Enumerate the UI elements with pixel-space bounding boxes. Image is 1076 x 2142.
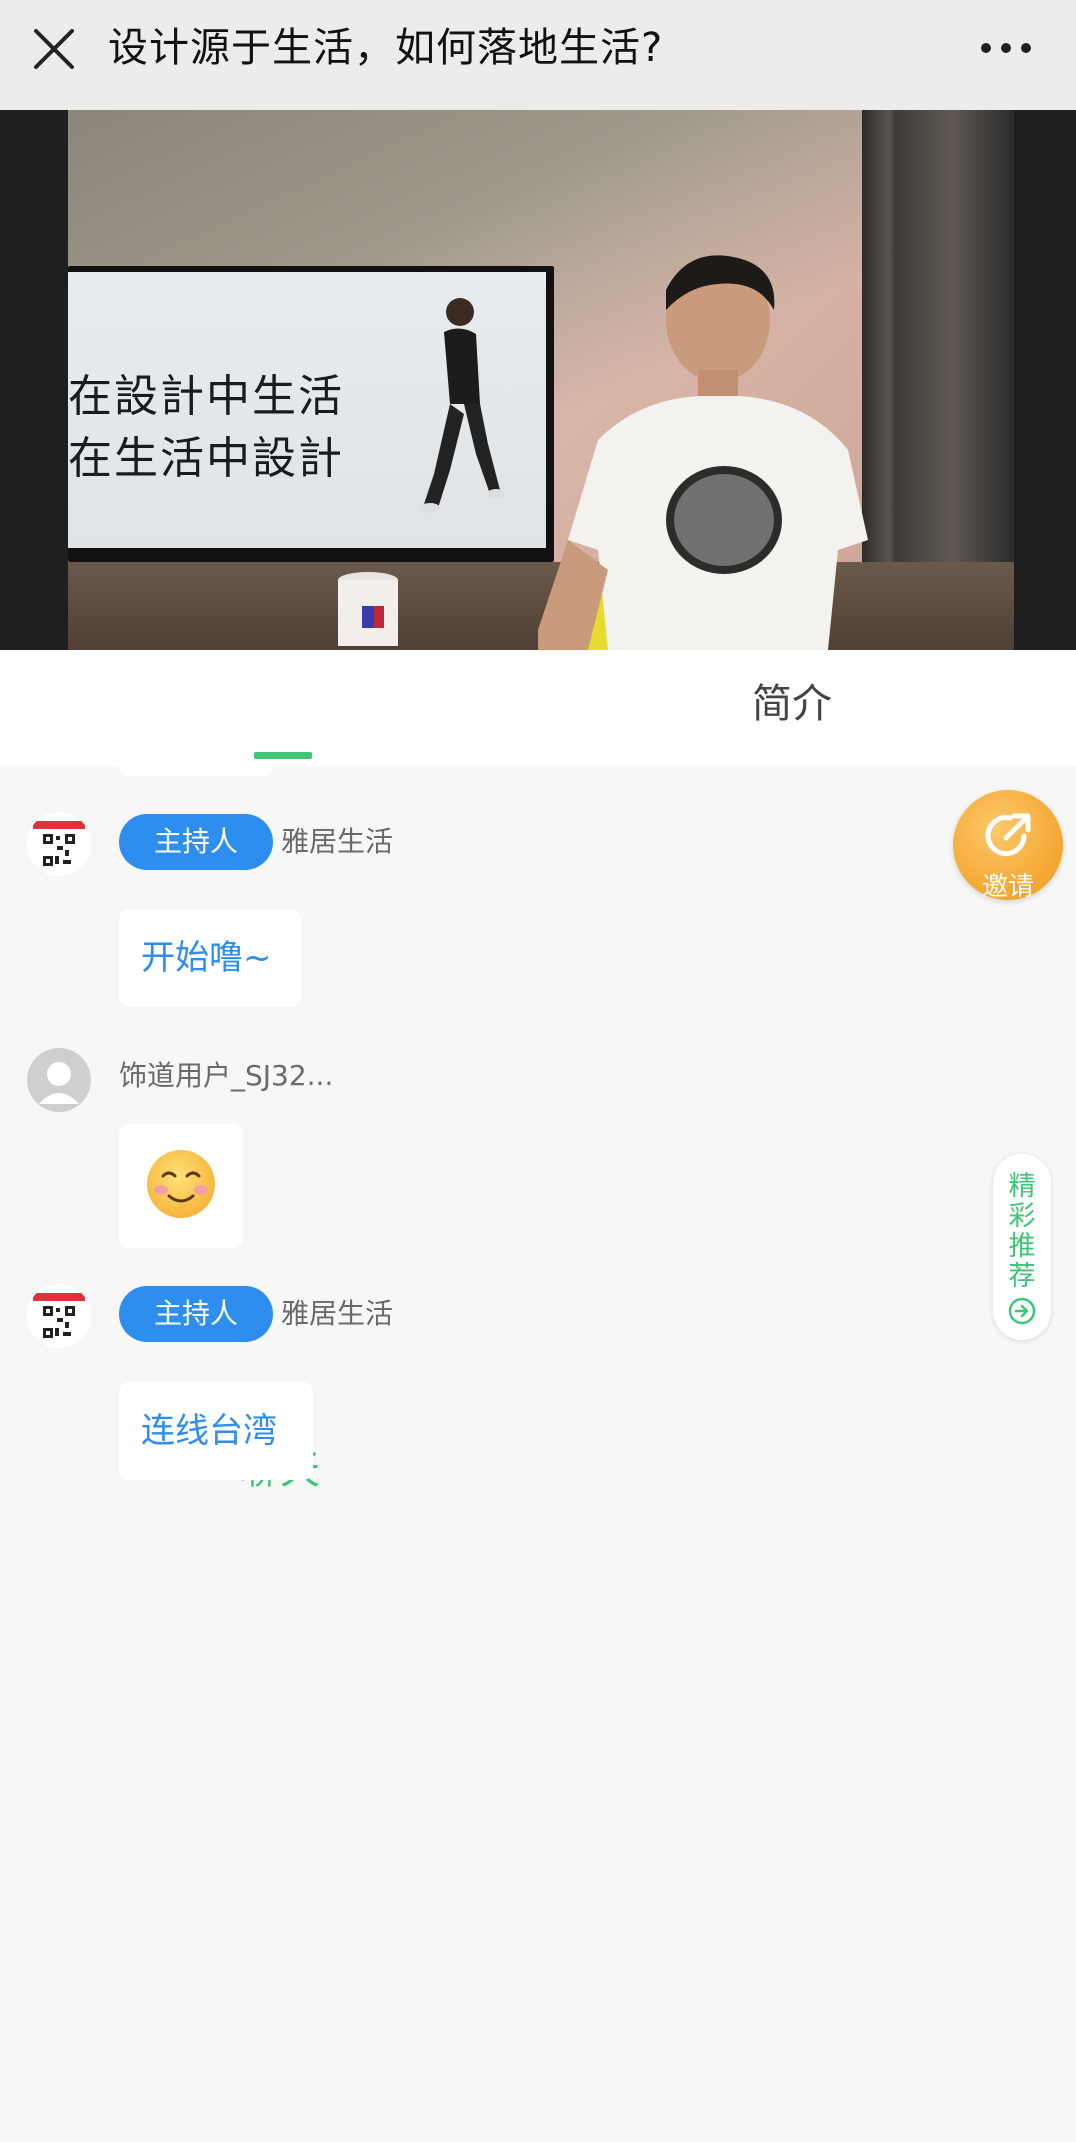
top-bar: 设计源于生活，如何落地生活?	[0, 0, 1076, 110]
message-bubble: 连线台湾	[119, 1382, 313, 1480]
share-arrow-icon	[985, 813, 1031, 857]
tab-bar: 聊天 简介	[0, 650, 1076, 1493]
brand-logo-icon	[33, 821, 85, 829]
partial-message-bubble	[119, 766, 273, 776]
smiling-face-emoji	[147, 1150, 215, 1218]
invite-button[interactable]: 邀请	[953, 790, 1063, 902]
message-bubble: 开始噜~	[119, 909, 301, 1007]
brand-avatar[interactable]	[27, 812, 91, 876]
default-user-avatar[interactable]	[27, 1048, 91, 1112]
tv-figure-image	[420, 298, 504, 513]
brand-logo-icon	[33, 1293, 85, 1301]
host-badge: 主持人	[119, 1286, 273, 1342]
tab-chat[interactable]: 聊天	[240, 1416, 1076, 2142]
user-silhouette-icon	[39, 1062, 79, 1104]
invite-label: 邀请	[981, 872, 1034, 902]
qr-code-icon	[43, 834, 75, 866]
presenter-image	[538, 255, 868, 650]
qr-code-icon	[43, 1306, 75, 1338]
tab-intro[interactable]: 简介	[752, 650, 832, 766]
chat-list[interactable]: 主持人 雅居生活 开始噜~ 饰道用户_SJ32... 主持人 雅居生活 连线台湾	[0, 766, 1076, 1492]
sender-name: 雅居生活	[281, 1297, 394, 1330]
sender-name: 雅居生活	[281, 825, 394, 858]
tv-text-line1: 在設計中生活	[68, 371, 344, 422]
active-tab-indicator	[254, 752, 312, 759]
video-frame: 在設計中生活 在生活中設計	[68, 110, 1014, 650]
live-video-player[interactable]: 在設計中生活 在生活中設計	[0, 110, 1076, 650]
page-title: 设计源于生活，如何落地生活?	[108, 25, 664, 71]
tv-screen: 在設計中生活 在生活中設計	[68, 266, 554, 562]
more-dots-icon[interactable]	[976, 30, 1036, 66]
tv-text-line2: 在生活中設計	[68, 433, 344, 484]
emoji-message-bubble	[119, 1124, 243, 1248]
sender-name: 饰道用户_SJ32...	[119, 1059, 334, 1092]
coffee-mug	[338, 572, 398, 646]
host-badge: 主持人	[119, 814, 273, 870]
close-icon[interactable]	[32, 27, 76, 71]
recommend-button[interactable]: 精彩推荐	[993, 1154, 1051, 1340]
recommend-label: 精彩推荐	[1008, 1171, 1036, 1292]
brand-avatar[interactable]	[27, 1284, 91, 1348]
circle-arrow-right-icon	[1008, 1297, 1036, 1325]
